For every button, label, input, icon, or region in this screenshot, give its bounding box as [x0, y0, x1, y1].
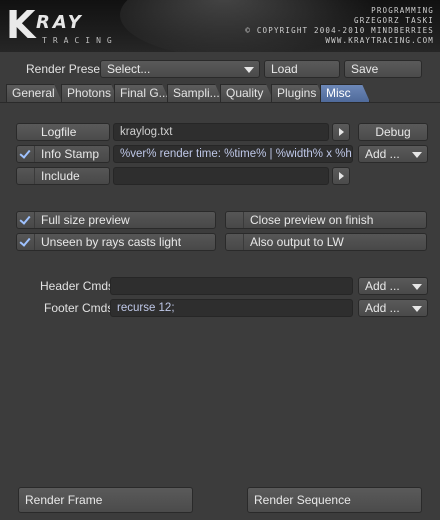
credits-line: GRZEGORZ TASKI [353, 16, 434, 25]
tab-final-gather[interactable]: Final G... [114, 84, 170, 102]
credits-line: WWW.KRAYTRACING.COM [325, 36, 434, 45]
footer-cmds-add-label: Add ... [365, 301, 400, 315]
chevron-down-icon [412, 284, 422, 290]
kray-logo-word: RAY [36, 12, 84, 33]
tab-photons[interactable]: Photons [61, 84, 119, 102]
render-preset-label: Render Preset [26, 62, 104, 76]
tab-sampling[interactable]: Sampli... [167, 84, 223, 102]
render-frame-button[interactable]: Render Frame [18, 487, 193, 513]
kray-logo-subtitle: TRACING [42, 36, 118, 45]
header-cmds-add-select[interactable]: Add ... [358, 277, 428, 295]
tab-general[interactable]: General [6, 84, 62, 102]
load-preset-button[interactable]: Load [264, 60, 340, 78]
chevron-down-icon [412, 306, 422, 312]
output-to-lw-label: Also output to LW [250, 235, 344, 249]
include-checkbox[interactable]: Include [16, 167, 110, 185]
render-sequence-button[interactable]: Render Sequence [247, 487, 422, 513]
close-preview-label: Close preview on finish [250, 213, 374, 227]
footer-cmds-field[interactable]: recurse 12; [110, 299, 353, 317]
footer-cmds-label: Footer Cmds [44, 301, 114, 315]
unseen-by-rays-checkbox[interactable]: Unseen by rays casts light [16, 233, 216, 251]
kray-logo-mark: K [6, 3, 35, 47]
info-stamp-add-label: Add ... [365, 147, 400, 161]
save-preset-button[interactable]: Save [344, 60, 422, 78]
header-cmds-label: Header Cmds [40, 279, 115, 293]
full-size-preview-label: Full size preview [41, 213, 130, 227]
info-stamp-add-select[interactable]: Add ... [358, 145, 428, 163]
full-size-preview-checkbox[interactable]: Full size preview [16, 211, 216, 229]
render-preset-value: Select... [107, 62, 151, 76]
info-stamp-checkbox[interactable]: Info Stamp [16, 145, 110, 163]
info-stamp-field[interactable]: %ver% render time: %time% | %width% x %h… [113, 145, 353, 163]
checkbox-checked-icon [17, 212, 35, 228]
include-label: Include [41, 169, 80, 183]
debug-button[interactable]: Debug [358, 123, 428, 141]
header-cmds-add-label: Add ... [365, 279, 400, 293]
include-browse-arrow-icon[interactable] [332, 167, 350, 185]
chevron-down-icon [244, 67, 254, 73]
checkbox-checked-icon [17, 146, 35, 162]
footer-cmds-add-select[interactable]: Add ... [358, 299, 428, 317]
tab-misc[interactable]: Misc [320, 84, 370, 102]
chevron-down-icon [412, 152, 422, 158]
logfile-field[interactable]: kraylog.txt [113, 123, 329, 141]
logfile-browse-arrow-icon[interactable] [332, 123, 350, 141]
credits-line: PROGRAMMING [371, 6, 434, 15]
checkbox-checked-icon [17, 234, 35, 250]
tab-divider [0, 102, 440, 103]
output-to-lw-checkbox[interactable]: Also output to LW [225, 233, 427, 251]
checkbox-unchecked-icon [17, 168, 35, 184]
close-preview-checkbox[interactable]: Close preview on finish [225, 211, 427, 229]
checkbox-unchecked-icon [226, 212, 244, 228]
include-field[interactable] [113, 167, 329, 185]
header-banner: K RAY TRACING PROGRAMMING GRZEGORZ TASKI… [0, 0, 440, 52]
header-cmds-field[interactable] [110, 277, 353, 295]
logfile-button[interactable]: Logfile [16, 123, 110, 141]
credits-line: © COPYRIGHT 2004-2010 MINDBERRIES [245, 26, 434, 35]
info-stamp-label: Info Stamp [41, 147, 100, 161]
tab-plugins[interactable]: Plugins [271, 84, 325, 102]
render-preset-select[interactable]: Select... [100, 60, 260, 78]
unseen-by-rays-label: Unseen by rays casts light [41, 235, 182, 249]
checkbox-unchecked-icon [226, 234, 244, 250]
tab-quality[interactable]: Quality [220, 84, 274, 102]
credits: PROGRAMMING GRZEGORZ TASKI © COPYRIGHT 2… [245, 6, 434, 46]
